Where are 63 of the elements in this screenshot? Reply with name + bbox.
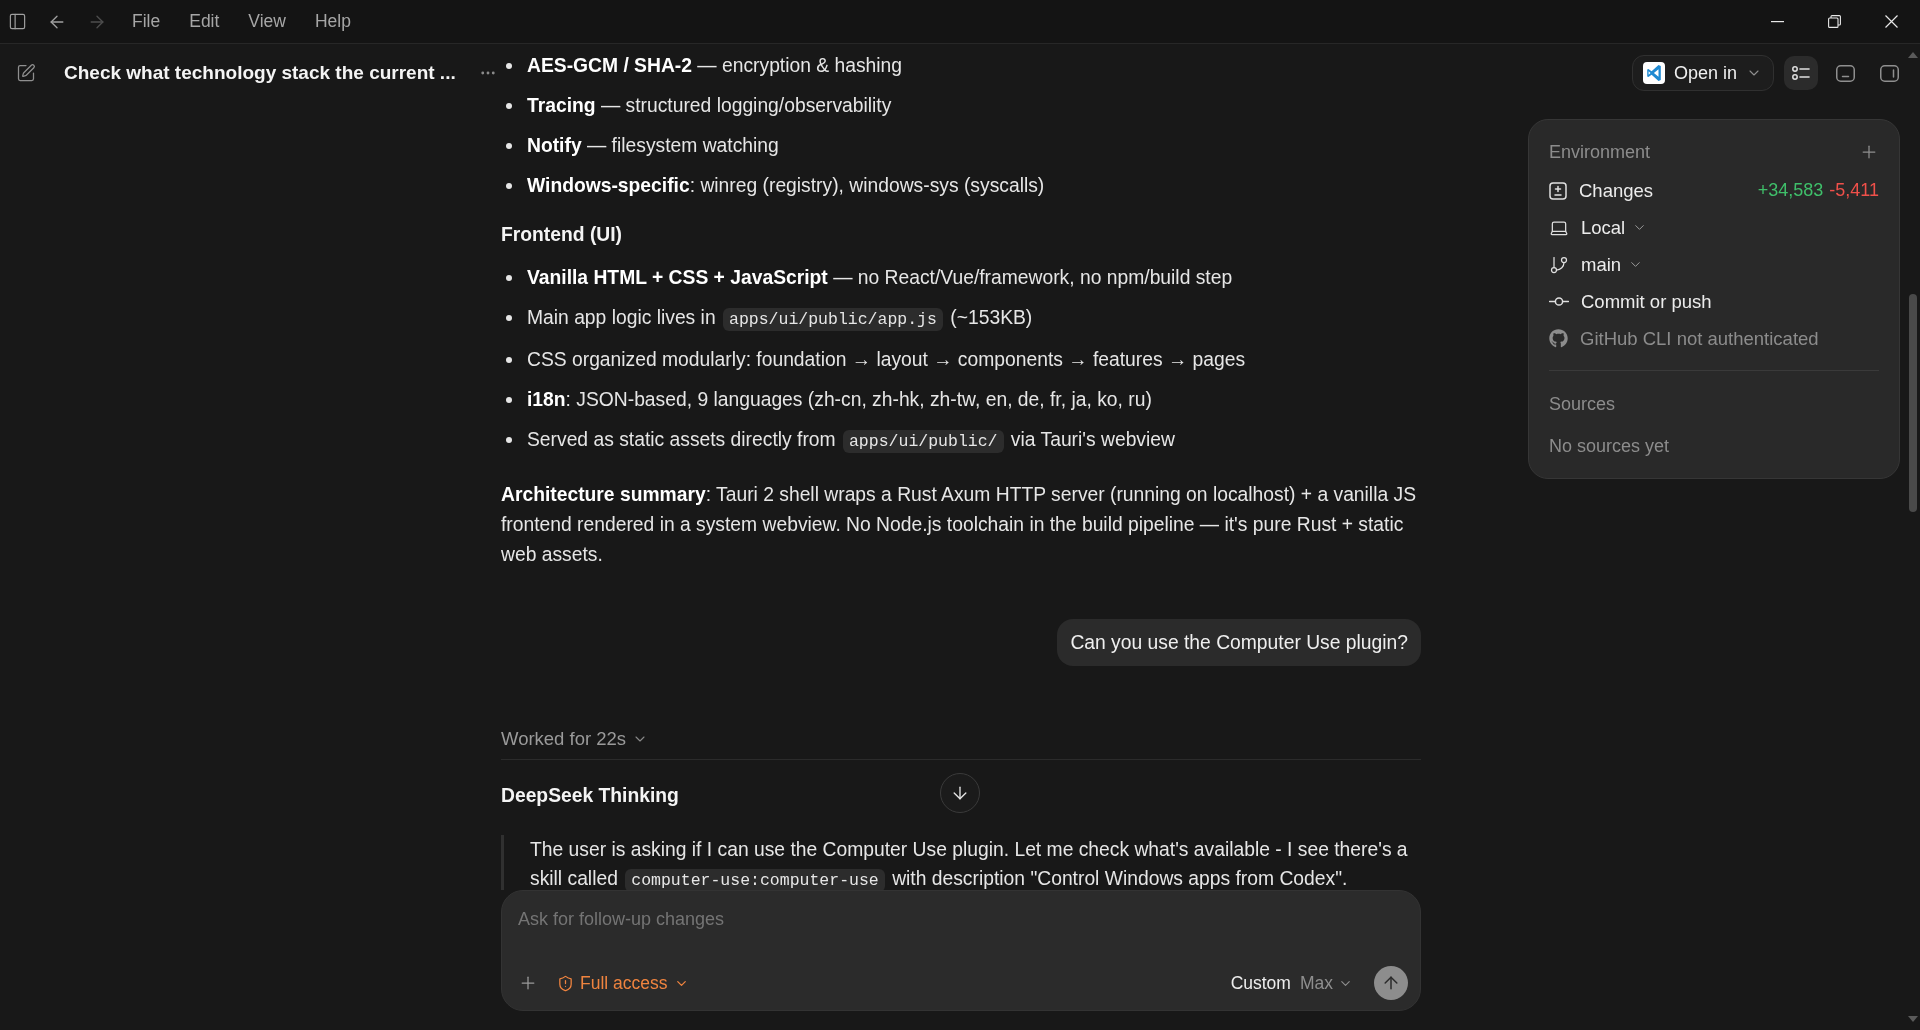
bullet-icon	[506, 357, 512, 363]
model-button[interactable]: Custom	[1230, 972, 1291, 994]
environment-item[interactable]: Commit or push	[1581, 290, 1712, 313]
list-item-text: Tracing — structured logging/observability	[527, 94, 892, 118]
list-item-text: CSS organized modularly: foundation → layout → components → features → pages	[527, 348, 1246, 372]
list-icon	[1792, 66, 1810, 80]
menu-item[interactable]: File	[124, 7, 169, 36]
user-message-bubble: Can you use the Computer Use plugin?	[1057, 619, 1421, 666]
branch-icon	[1549, 254, 1569, 275]
panel-heading: Sources	[1549, 393, 1616, 416]
added-count: +34,583	[1757, 180, 1824, 201]
open-in-button[interactable]: Open in	[1631, 55, 1774, 91]
message-input[interactable]: Ask for follow-up changes	[503, 891, 1419, 947]
reasoning-title: DeepSeek Thinking	[501, 784, 679, 808]
removed-count: -5,411	[1829, 180, 1879, 201]
scroll-down-arrow-icon[interactable]	[1908, 1016, 1918, 1022]
menu-item[interactable]: View	[240, 7, 294, 36]
sidebar-toggle-icon[interactable]	[7, 12, 27, 31]
edit-icon[interactable]	[16, 63, 36, 83]
worked-duration-toggle[interactable]: Worked for 22s	[501, 725, 649, 753]
access-mode-button[interactable]: Full access	[557, 972, 689, 994]
list-item-text: AES-GCM / SHA-2 — encryption & hashing	[527, 54, 903, 78]
panel-toggle-button[interactable]	[1784, 56, 1818, 90]
bullet-icon	[506, 437, 512, 443]
section-heading: Frontend (UI)	[501, 223, 623, 247]
list-item-text: Vanilla HTML + CSS + JavaScript — no React/Vue/framework, no npm/build step	[527, 266, 1233, 290]
thread-title: Check what technology stack the current ...	[64, 62, 456, 84]
shield-alert-icon	[557, 974, 574, 992]
bullet-icon	[506, 315, 512, 321]
list-item-text: Windows-specific: winreg (registry), windows-sys (syscalls)	[527, 174, 1045, 198]
restore-icon[interactable]	[1828, 15, 1841, 28]
list-item-text: Main app logic lives in apps/ui/public/app.js (~153KB)	[527, 306, 1033, 333]
composer-box[interactable]: Ask for follow-up changes Full access Custom Max	[501, 890, 1421, 1011]
menu-item[interactable]: Help	[307, 7, 359, 36]
panel-right-icon	[1879, 64, 1899, 82]
bullet-icon	[506, 63, 512, 69]
minimize-icon[interactable]	[1771, 20, 1784, 23]
paragraph-text: Architecture summary: Tauri 2 shell wraps a Rust Axum HTTP server (running on localhost) + a vanilla JS frontend rendered in a system webview. No Node.js toolchain in the build pipeline — it's pure Rust + static web assets.	[501, 483, 1417, 567]
commit-icon	[1549, 297, 1569, 306]
close-icon[interactable]	[1885, 15, 1898, 28]
list-item-text: Served as static assets directly from apps/ui/public/ via Tauri's webview	[527, 428, 1175, 455]
environment-item[interactable]: main	[1581, 253, 1622, 276]
environment-item[interactable]: Changes	[1579, 179, 1654, 202]
bullet-icon	[506, 183, 512, 189]
bullet-icon	[506, 275, 512, 281]
send-button[interactable]	[1374, 966, 1408, 1000]
bullet-icon	[506, 103, 512, 109]
github-logo-icon	[1549, 329, 1568, 348]
plus-minus-square-icon	[1549, 181, 1567, 200]
vscode-logo-icon	[1642, 62, 1665, 84]
effort-button[interactable]: Max	[1299, 972, 1353, 994]
scroll-up-arrow-icon[interactable]	[1908, 52, 1918, 58]
bullet-icon	[506, 397, 512, 403]
scrollbar-thumb[interactable]	[1909, 294, 1917, 512]
environment-item[interactable]: Local	[1581, 216, 1626, 239]
list-item-text: Notify — filesystem watching	[527, 134, 779, 158]
list-item-text: i18n: JSON-based, 9 languages (zh-cn, zh-hk, zh-tw, en, de, fr, ja, ko, ru)	[527, 388, 1152, 412]
menu-item[interactable]: Edit	[181, 7, 228, 36]
bullet-icon	[506, 143, 512, 149]
panel-bottom-icon	[1835, 64, 1855, 82]
scroll-down-button[interactable]	[940, 773, 980, 813]
empty-state-text: No sources yet	[1549, 435, 1670, 458]
panel-heading: Environment	[1549, 141, 1651, 164]
